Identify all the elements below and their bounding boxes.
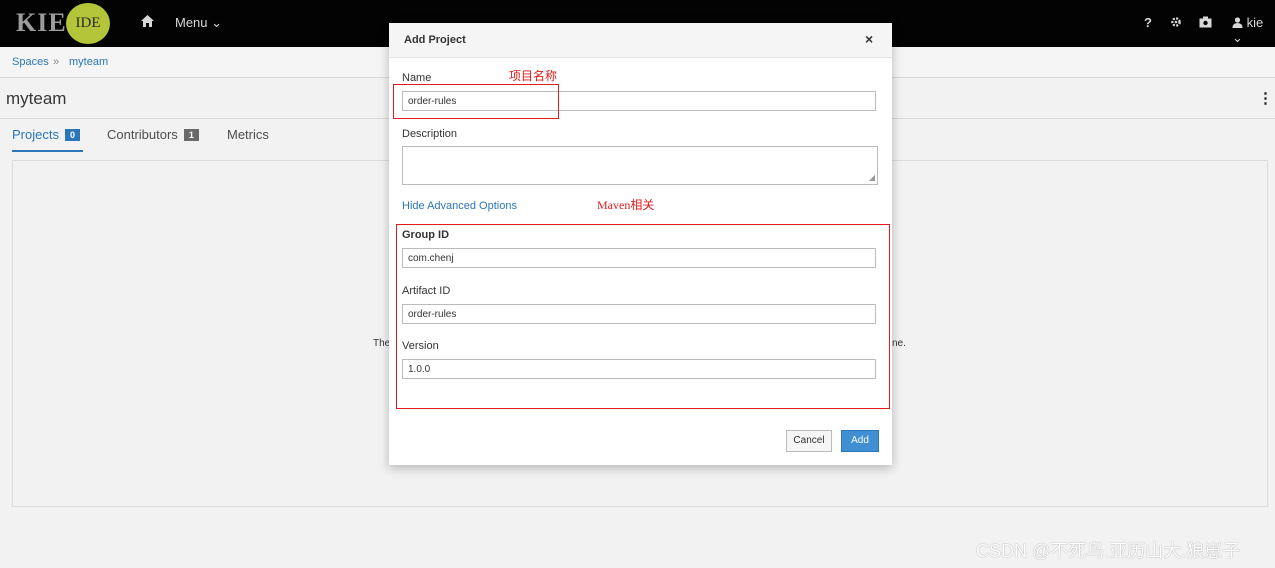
empty-state-text-right: ne. (892, 338, 906, 349)
gear-icon[interactable] (1170, 16, 1182, 31)
projects-count-badge: 0 (64, 129, 80, 141)
hide-advanced-options-link[interactable]: Hide Advanced Options (402, 200, 517, 212)
ide-logo-badge: IDE (66, 3, 110, 44)
tab-projects[interactable]: Projects 0 (12, 127, 80, 142)
active-tab-indicator (12, 150, 83, 152)
menu-label: Menu (175, 15, 208, 30)
chevron-down-icon: ⌄ (1232, 30, 1243, 45)
dialog-header: Add Project × (389, 23, 892, 58)
user-name: kie (1246, 15, 1264, 30)
tab-projects-label: Projects (12, 127, 59, 142)
close-icon[interactable]: × (865, 31, 873, 47)
help-icon[interactable]: ? (1144, 15, 1152, 30)
camera-icon[interactable] (1199, 16, 1212, 31)
home-icon[interactable] (141, 14, 154, 31)
page-title: myteam (6, 89, 67, 108)
kebab-menu-icon[interactable]: ⋮ (1258, 89, 1273, 107)
breadcrumb-spaces[interactable]: Spaces (12, 56, 49, 68)
description-label: Description (402, 128, 458, 140)
add-button[interactable]: Add (841, 430, 879, 452)
name-highlight-box (393, 84, 559, 119)
description-field[interactable]: ◢ (402, 146, 878, 185)
chevron-down-icon: ⌄ (211, 15, 223, 30)
kie-logo: KIE (16, 8, 67, 37)
group-id-field[interactable]: com.chenj (402, 248, 876, 268)
group-id-label: Group ID (402, 229, 450, 241)
user-menu[interactable]: kie ⌄ (1232, 15, 1275, 46)
artifact-id-label: Artifact ID (402, 285, 451, 297)
name-label: Name (402, 72, 432, 84)
tab-metrics[interactable]: Metrics (227, 127, 269, 142)
contributors-count-badge: 1 (183, 129, 199, 141)
cancel-button[interactable]: Cancel (786, 430, 832, 452)
dialog-title: Add Project (404, 34, 466, 46)
empty-state-text-left: The (373, 338, 391, 349)
resize-grip-icon[interactable]: ◢ (869, 174, 875, 182)
version-field[interactable]: 1.0.0 (402, 359, 876, 379)
version-label: Version (402, 340, 439, 352)
watermark: CSDN @不死鸟.亚历山大.狼崽子 (976, 541, 1241, 561)
tab-contributors-label: Contributors (107, 127, 178, 142)
breadcrumb-separator: » (53, 56, 60, 68)
tab-contributors[interactable]: Contributors 1 (107, 127, 199, 142)
menu-dropdown[interactable]: Menu ⌄ (175, 15, 222, 31)
maven-annotation: Maven相关 (597, 198, 655, 212)
artifact-id-field[interactable]: order-rules (402, 304, 876, 324)
add-project-dialog: Add Project × Name 项目名称 order-rules Desc… (389, 23, 892, 465)
breadcrumb-myteam[interactable]: myteam (69, 56, 108, 68)
name-annotation: 项目名称 (509, 69, 558, 83)
user-icon (1232, 17, 1243, 28)
